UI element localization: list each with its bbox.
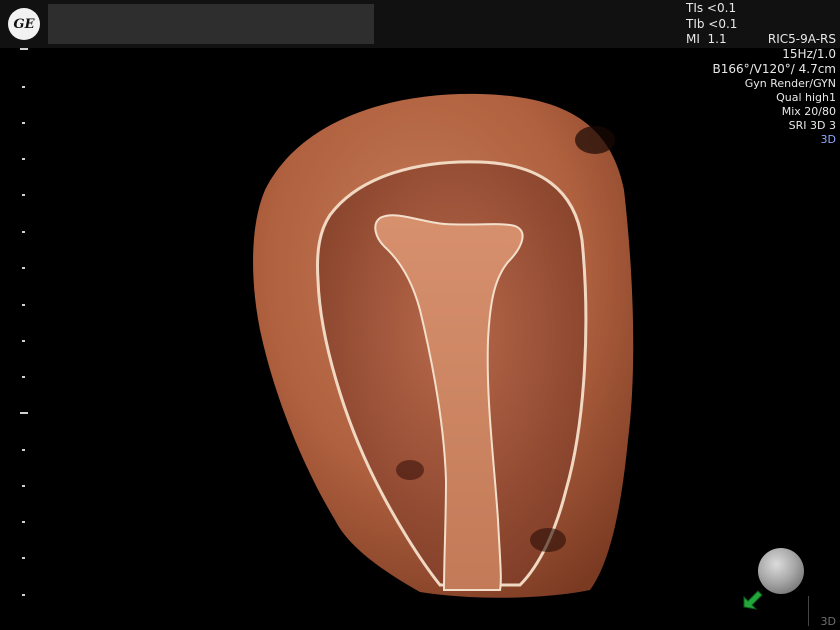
depth-tick bbox=[22, 340, 25, 342]
depth-tick bbox=[22, 485, 25, 487]
quality-setting: Qual high1 bbox=[776, 91, 836, 104]
depth-tick bbox=[20, 48, 28, 50]
depth-tick bbox=[22, 86, 25, 88]
depth-tick bbox=[22, 521, 25, 523]
frame-rate: 15Hz/1.0 bbox=[782, 47, 836, 61]
depth-tick bbox=[22, 594, 25, 596]
depth-tick bbox=[22, 231, 25, 233]
dark-spot bbox=[396, 460, 424, 480]
mode-label: 3D bbox=[820, 133, 836, 146]
orientation-arrow-icon bbox=[743, 590, 763, 610]
depth-tick bbox=[22, 194, 25, 196]
dark-spot bbox=[530, 528, 566, 552]
render-mode: Gyn Render/GYN bbox=[744, 77, 836, 90]
depth-tick bbox=[22, 376, 25, 378]
probe-label: RIC5-9A-RS bbox=[767, 32, 836, 46]
corner-mode-label: 3D bbox=[820, 615, 836, 628]
depth-tick bbox=[22, 122, 25, 124]
volume-angles: B166°/V120°/ 4.7cm bbox=[712, 62, 836, 76]
depth-tick bbox=[20, 412, 28, 414]
depth-tick bbox=[22, 449, 25, 451]
dark-spot bbox=[575, 126, 615, 154]
sri-setting: SRI 3D 3 bbox=[788, 119, 836, 132]
depth-tick bbox=[22, 557, 25, 559]
depth-scale bbox=[18, 0, 30, 630]
depth-tick bbox=[22, 267, 25, 269]
depth-tick bbox=[22, 304, 25, 306]
ultrasound-screen: GE TIs <0.1 TIb <0.1 MI 1.1 RIC5-9A-RS 1… bbox=[0, 0, 840, 630]
depth-tick bbox=[22, 158, 25, 160]
acquisition-params: RIC5-9A-RS 15Hz/1.0 B166°/V120°/ 4.7cm G… bbox=[712, 32, 836, 147]
mix-setting: Mix 20/80 bbox=[781, 105, 836, 118]
